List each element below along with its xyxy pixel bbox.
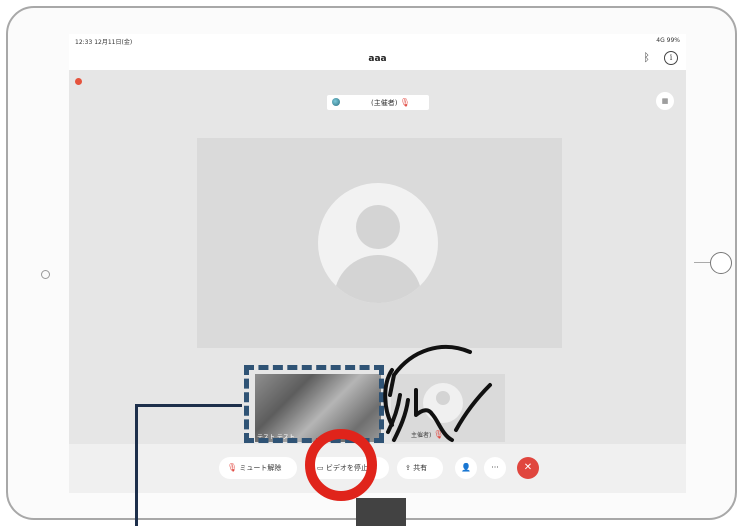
participants-button[interactable]: 👤	[455, 457, 477, 479]
dashed-highlight-box	[244, 365, 384, 443]
callout-line-vertical	[135, 404, 138, 526]
host-avatar	[332, 98, 340, 106]
host-label: (主催者)	[371, 99, 398, 107]
active-speaker-label: (主催者) 🎙	[327, 95, 429, 110]
meeting-title: aaa	[368, 54, 387, 64]
main-video-tile	[197, 138, 562, 348]
annotation-red-circle	[305, 429, 377, 501]
share-icon: ⇪	[405, 464, 411, 472]
meeting-toolbar: 🎙 ミュート解除 ▭ ビデオを停止 ⇪ 共有 👤 ··· ✕	[69, 444, 686, 493]
person-icon: 👤	[461, 463, 471, 472]
more-icon: ···	[491, 463, 499, 472]
end-call-button[interactable]: ✕	[517, 457, 539, 479]
status-date: 12月11日(金)	[94, 39, 133, 46]
side-callout-line	[694, 262, 710, 263]
status-bar: 12:33 12月11日(金) 4G 99%	[69, 34, 686, 48]
unmute-button[interactable]: 🎙 ミュート解除	[219, 457, 297, 479]
mic-muted-icon: 🎙	[399, 98, 410, 107]
callout-line-horizontal	[135, 404, 242, 407]
mic-muted-icon: 🎙	[227, 463, 238, 472]
notification-dot[interactable]	[75, 78, 82, 85]
gallery-view-button[interactable]: ▦	[656, 92, 674, 110]
bluetooth-icon[interactable]: ᛒ	[643, 51, 650, 64]
side-callout-ring	[710, 252, 732, 274]
avatar-body-shape	[334, 255, 422, 303]
share-label: 共有	[413, 464, 428, 472]
status-time: 12:33	[75, 39, 93, 46]
more-button[interactable]: ···	[484, 457, 506, 479]
avatar-head-shape	[356, 205, 400, 249]
info-icon[interactable]: i	[664, 51, 678, 65]
pointing-hand-icon	[383, 344, 492, 442]
status-battery: 4G 99%	[656, 37, 680, 44]
share-button[interactable]: ⇪ 共有	[397, 457, 443, 479]
nav-bar: aaa ᛒ i	[69, 48, 686, 70]
home-button[interactable]	[41, 270, 50, 279]
status-time-date: 12:33 12月11日(金)	[75, 37, 132, 46]
unmute-label: ミュート解除	[239, 464, 282, 472]
close-icon: ✕	[523, 462, 533, 473]
main-avatar-placeholder	[318, 183, 438, 303]
cropped-dark-block	[356, 498, 406, 526]
